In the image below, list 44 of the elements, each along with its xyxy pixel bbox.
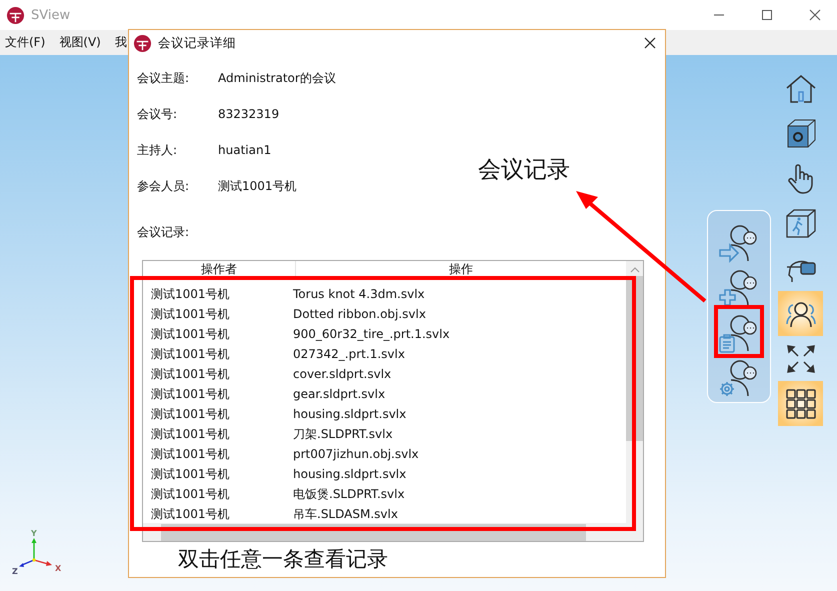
table-row[interactable]: 测试1001号机 吊车.SLDASM.svlx bbox=[143, 504, 626, 523]
maximize-icon[interactable] bbox=[761, 9, 773, 21]
dialog-title: 会议记录详细 bbox=[158, 34, 236, 52]
annotation-label: 会议记录 bbox=[478, 156, 570, 185]
close-icon[interactable] bbox=[644, 37, 656, 49]
table-row[interactable]: 测试1001号机 prt007jizhun.obj.svlx bbox=[143, 444, 626, 464]
box-walker-icon bbox=[784, 206, 818, 240]
field-label: 参会人员: bbox=[137, 178, 190, 194]
axis-label: Y bbox=[31, 529, 37, 538]
toolbar-button[interactable] bbox=[778, 381, 823, 426]
field-value: 83232319 bbox=[218, 107, 280, 121]
menu-item[interactable]: 文件(F) bbox=[5, 34, 46, 51]
app-title: SView bbox=[31, 8, 70, 22]
menu-item[interactable]: 视图(V) bbox=[59, 34, 101, 51]
annotation-caption: 双击任意一条查看记录 bbox=[178, 546, 388, 573]
close-icon[interactable] bbox=[809, 9, 821, 21]
app-logo-icon bbox=[6, 6, 25, 24]
table-row[interactable]: 测试1001号机 电饭煲.SLDPRT.svlx bbox=[143, 484, 626, 504]
table-row[interactable]: 测试1001号机 gear.sldprt.svlx bbox=[143, 384, 626, 404]
field-label: 会议主题: bbox=[137, 70, 190, 86]
field-label: 主持人: bbox=[137, 142, 178, 158]
field-value: Administrator的会议 bbox=[218, 70, 336, 86]
column-header[interactable]: 操作者 bbox=[143, 261, 296, 279]
field-value: huatian1 bbox=[218, 143, 272, 157]
table-row[interactable]: 测试1001号机 刀架.SLDPRT.svlx bbox=[143, 424, 626, 444]
column-header[interactable]: 操作 bbox=[296, 261, 626, 279]
grid-icon bbox=[784, 386, 818, 420]
table-row[interactable]: 测试1001号机 housing.sldprt.svlx bbox=[143, 464, 626, 484]
toolbar-button[interactable] bbox=[778, 291, 823, 336]
axis-label: X bbox=[55, 564, 62, 573]
field-value: 测试1001号机 bbox=[218, 178, 297, 194]
app-logo-icon bbox=[133, 34, 152, 52]
table-row[interactable]: 测试1001号机 housing.sldprt.svlx bbox=[143, 404, 626, 424]
table-row[interactable]: 测试1001号机 cover.sldprt.svlx bbox=[143, 364, 626, 384]
table-row[interactable]: 测试1001号机 Torus knot 4.3dm.svlx bbox=[143, 284, 626, 304]
field-label: 会议号: bbox=[137, 106, 178, 122]
highlight-frame bbox=[714, 305, 764, 358]
table-row[interactable]: 测试1001号机 027342_.prt.1.svlx bbox=[143, 344, 626, 364]
axes-drawing bbox=[19, 538, 52, 567]
table-row[interactable]: 测试1001号机 900_60r32_tire_.prt.1.svlx bbox=[143, 324, 626, 344]
table-row[interactable]: 测试1001号机 Dotted ribbon.obj.svlx bbox=[143, 304, 626, 324]
axis-label: Z bbox=[12, 567, 18, 576]
menu-item[interactable]: 我 bbox=[114, 34, 127, 51]
records-label: 会议记录: bbox=[137, 224, 190, 240]
